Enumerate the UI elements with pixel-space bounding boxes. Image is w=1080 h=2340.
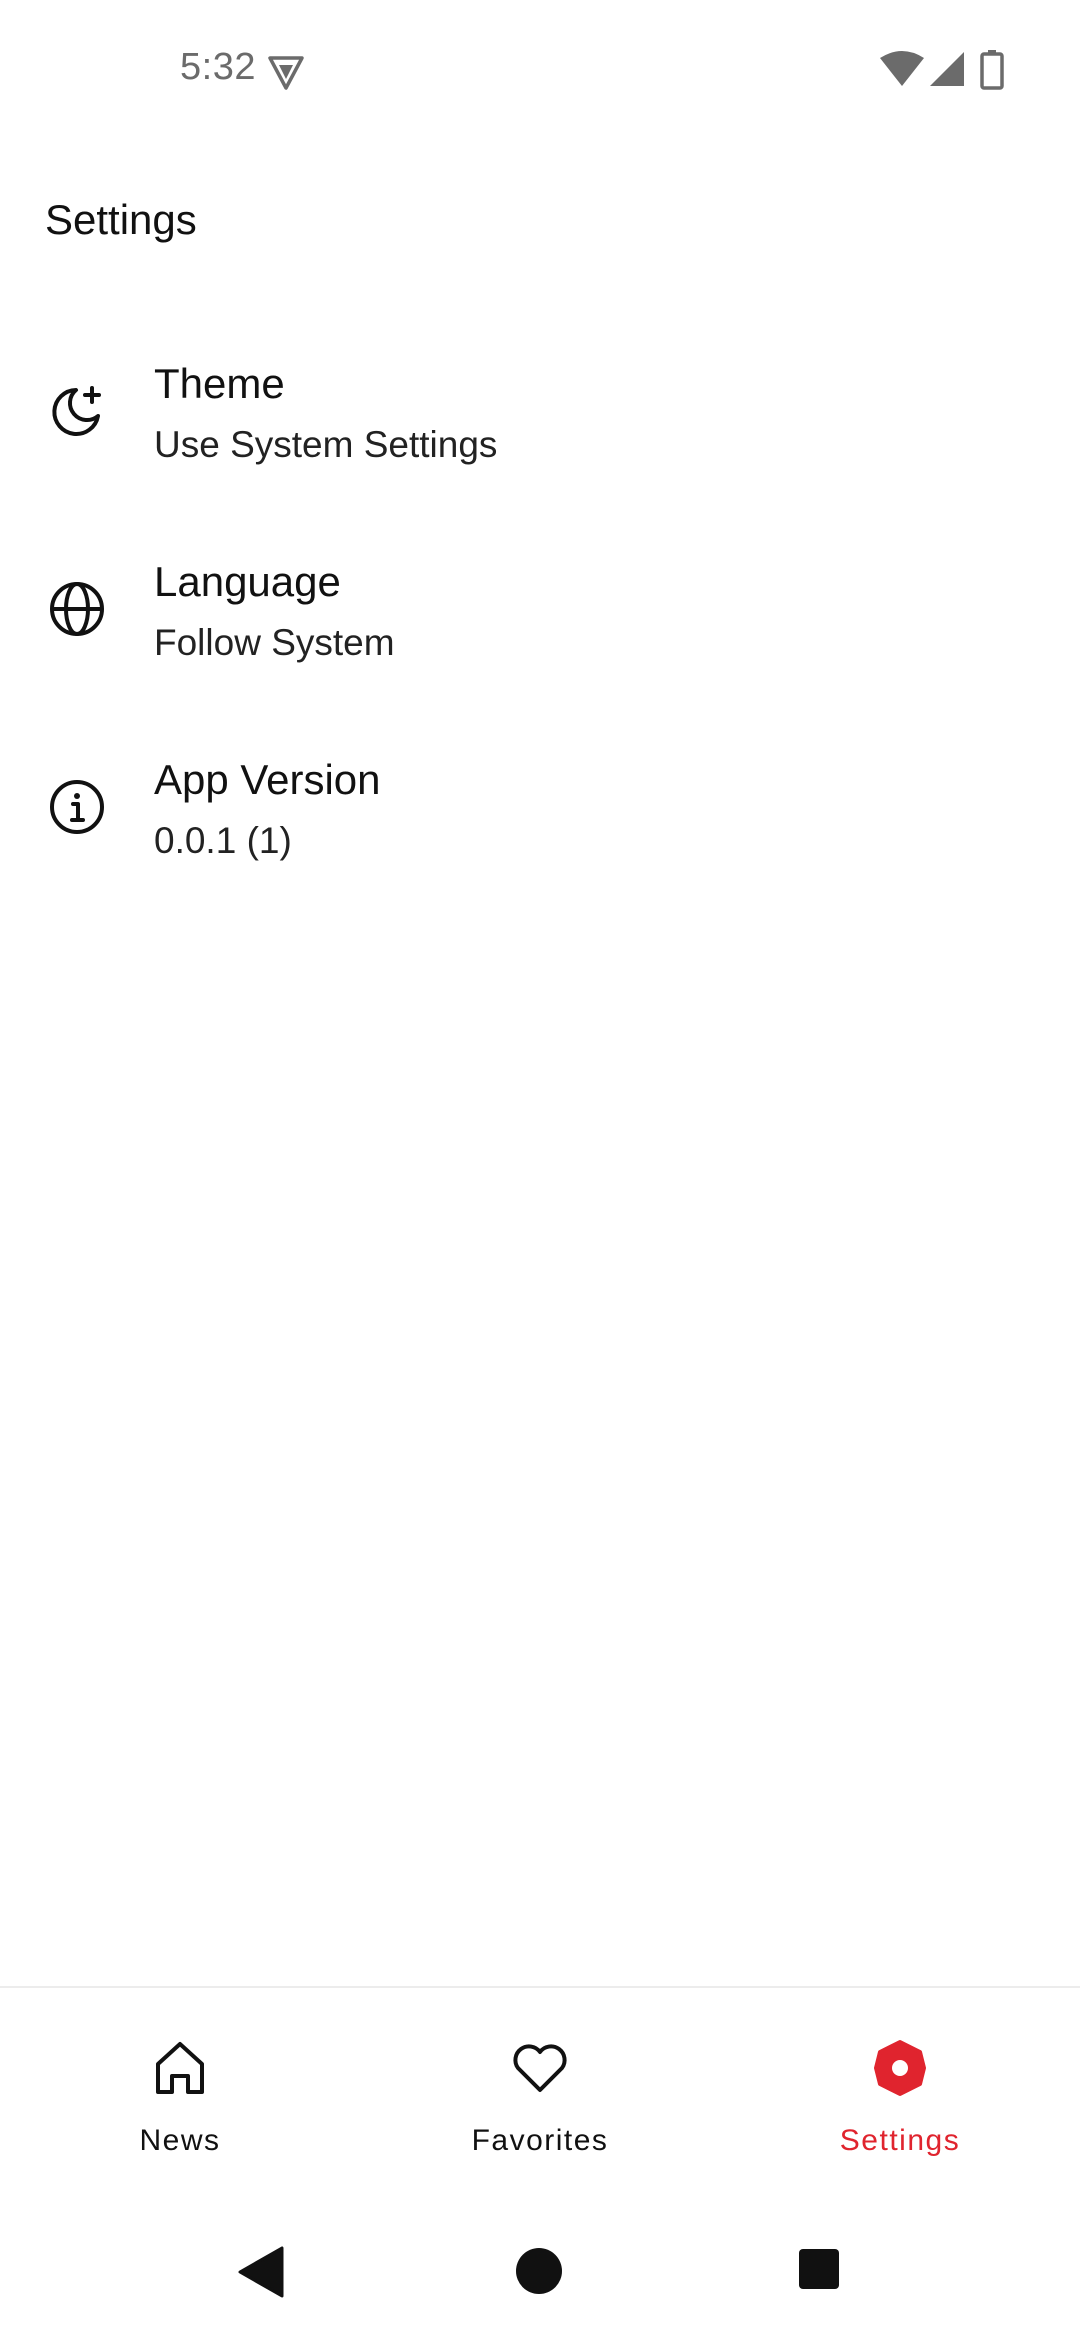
setting-title: Language [154, 558, 341, 605]
back-icon[interactable] [236, 2246, 286, 2298]
setting-title: App Version [154, 756, 381, 803]
app-screen: 5:32 Settings Theme Use System Settings [0, 0, 1080, 2340]
nav-label: Settings [839, 2124, 961, 2157]
home-icon [156, 2042, 204, 2094]
heart-icon [513, 2044, 567, 2092]
setting-theme[interactable]: Theme Use System Settings [0, 330, 1080, 528]
page-title: Settings [45, 196, 197, 243]
nav-label: Favorites [471, 2124, 609, 2157]
wifi-icon [880, 51, 924, 86]
gear-icon [874, 2040, 926, 2096]
nav-item-news[interactable]: News [0, 1988, 360, 2198]
bottom-navigation: News Favorites Settings [0, 1986, 1080, 2198]
cell-signal-icon [930, 52, 964, 86]
setting-title: Theme [154, 360, 285, 407]
setting-value: Use System Settings [154, 424, 498, 465]
vpn-shield-icon [268, 56, 304, 90]
globe-icon [50, 582, 104, 636]
recents-icon[interactable] [798, 2248, 840, 2290]
status-bar: 5:32 [0, 0, 1080, 140]
setting-app-version[interactable]: App Version 0.0.1 (1) [0, 726, 1080, 924]
settings-list: Theme Use System Settings Language Follo… [0, 330, 1080, 924]
system-navigation-bar [0, 2196, 1080, 2340]
setting-value: 0.0.1 (1) [154, 820, 292, 861]
battery-icon [980, 50, 1004, 90]
info-icon [50, 780, 104, 834]
setting-value: Follow System [154, 622, 395, 663]
nav-item-settings[interactable]: Settings [720, 1988, 1080, 2198]
nav-label: News [139, 2124, 221, 2157]
theme-moon-icon [52, 386, 101, 436]
setting-language[interactable]: Language Follow System [0, 528, 1080, 726]
status-time: 5:32 [180, 46, 256, 88]
nav-item-favorites[interactable]: Favorites [360, 1988, 720, 2198]
home-circle-icon[interactable] [514, 2246, 564, 2296]
